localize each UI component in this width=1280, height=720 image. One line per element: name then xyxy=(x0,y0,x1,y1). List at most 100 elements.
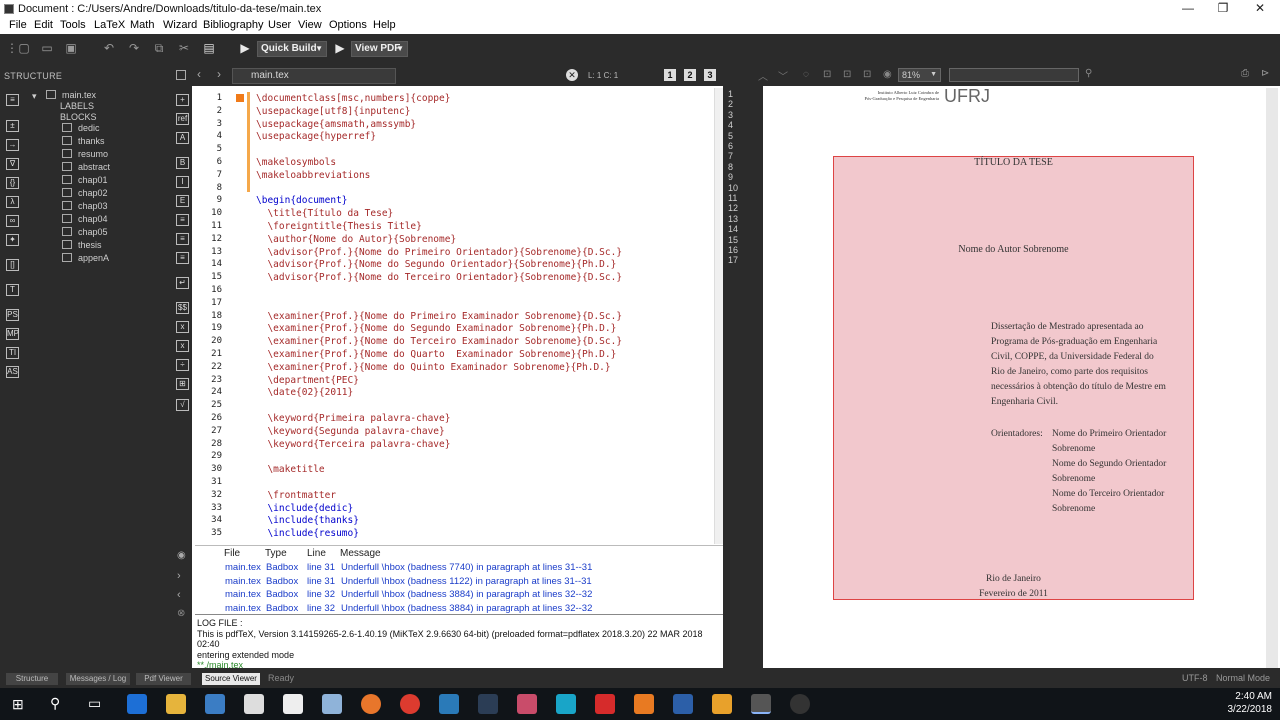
code-line[interactable]: \foreigntitle{Thesis Title} xyxy=(256,221,421,232)
tab-source-viewer[interactable]: Source Viewer xyxy=(202,673,260,685)
task-view-icon[interactable]: ▭ xyxy=(88,695,101,712)
menu-tools[interactable]: Tools xyxy=(60,19,86,31)
message-cell[interactable]: main.tex xyxy=(225,576,261,587)
status-encoding[interactable]: UTF-8 xyxy=(1182,673,1208,683)
menu-latex[interactable]: LaTeX xyxy=(94,19,125,31)
quick-build-run-icon[interactable]: ▶ xyxy=(238,42,252,55)
fit-icon[interactable]: ◌ xyxy=(803,69,809,80)
code-line[interactable]: \examiner{Prof.}{Nome do Terceiro Examin… xyxy=(256,336,622,347)
col-message[interactable]: Message xyxy=(340,548,381,559)
tree-item-dedic[interactable]: dedic xyxy=(62,123,100,133)
code-line[interactable]: \examiner{Prof.}{Nome do Segundo Examina… xyxy=(256,323,616,334)
tree-item-chap05[interactable]: chap05 xyxy=(62,227,108,237)
code-line[interactable]: \advisor{Prof.}{Nome do Terceiro Orienta… xyxy=(256,272,622,283)
fit-width-icon[interactable]: ⊡ xyxy=(823,69,831,80)
subscript-icon[interactable]: x xyxy=(176,321,189,333)
open-folder-icon[interactable]: ▭ xyxy=(40,42,54,55)
newline-icon[interactable]: ↵ xyxy=(176,277,189,289)
tree-item-abstract[interactable]: abstract xyxy=(62,162,110,172)
lambda-icon[interactable]: λ xyxy=(6,196,19,208)
col-line[interactable]: Line xyxy=(307,548,326,559)
zoom-select[interactable]: 81% ▼ xyxy=(898,68,941,82)
message-cell[interactable]: main.tex xyxy=(225,589,261,600)
app-icon[interactable] xyxy=(322,694,342,714)
code-line[interactable]: \include{dedic} xyxy=(256,503,353,514)
pdf-scrollbar[interactable] xyxy=(1266,88,1278,668)
code-line[interactable]: \documentclass[msc,numbers]{coppe} xyxy=(256,93,450,104)
braces-icon[interactable]: {} xyxy=(6,177,19,189)
code-line[interactable]: \makelosymbols xyxy=(256,157,336,168)
vs-code-icon[interactable] xyxy=(439,694,459,714)
fraction-icon[interactable]: ÷ xyxy=(176,359,189,371)
message-cell[interactable]: Badbox xyxy=(266,576,298,587)
metapost-icon[interactable]: MP xyxy=(6,328,19,340)
pdf-search-input[interactable] xyxy=(949,68,1079,82)
code-line[interactable]: \examiner{Prof.}{Nome do Primeiro Examin… xyxy=(256,311,622,322)
tikz-icon[interactable]: TI xyxy=(6,347,19,359)
code-line[interactable]: \usepackage{amsmath,amssymb} xyxy=(256,119,416,130)
menu-bibliography[interactable]: Bibliography xyxy=(203,19,264,31)
code-line[interactable]: \keyword{Primeira palavra-chave} xyxy=(256,413,450,424)
texstudio-icon[interactable] xyxy=(751,694,771,714)
code-line[interactable]: \makeloabbreviations xyxy=(256,170,370,181)
ref-icon[interactable]: ref xyxy=(176,113,189,125)
tool-icon[interactable] xyxy=(712,694,732,714)
message-cell[interactable]: line 32 xyxy=(307,603,335,614)
browser-icon[interactable] xyxy=(790,694,810,714)
code-line[interactable]: \usepackage[utf8]{inputenc} xyxy=(256,106,410,117)
code-line[interactable]: \author{Nome do Autor}{Sobrenome} xyxy=(256,234,456,245)
clear-icon[interactable]: ⊗ xyxy=(177,608,185,619)
search-icon[interactable]: ⚲ xyxy=(50,695,60,712)
maximize-button[interactable]: ❐ xyxy=(1205,0,1241,18)
tree-item-chap01[interactable]: chap01 xyxy=(62,175,108,185)
infinity-icon[interactable]: ∞ xyxy=(6,215,19,227)
italic-icon[interactable]: I xyxy=(176,176,189,188)
superscript-icon[interactable]: x xyxy=(176,340,189,352)
code-line[interactable]: \include{thanks} xyxy=(256,515,359,526)
tab-main-tex[interactable]: main.tex xyxy=(232,68,396,84)
message-cell[interactable]: Badbox xyxy=(266,589,298,600)
sync-icon[interactable]: ⊡ xyxy=(863,69,871,80)
message-cell[interactable]: main.tex xyxy=(225,603,261,614)
align-center-icon[interactable]: ≡ xyxy=(176,233,189,245)
mail-icon[interactable] xyxy=(283,694,303,714)
code-line[interactable]: \keyword{Terceira palavra-chave} xyxy=(256,439,450,450)
tree-item-chap04[interactable]: chap04 xyxy=(62,214,108,224)
print-icon[interactable]: ⎙ xyxy=(1241,68,1249,79)
next-icon[interactable]: › xyxy=(177,570,181,582)
close-button[interactable]: ✕ xyxy=(1242,0,1278,18)
insert-plus-icon[interactable]: + xyxy=(176,94,189,106)
tab-messages-log[interactable]: Messages / Log xyxy=(66,673,130,685)
tree-root[interactable]: main.tex xyxy=(46,90,96,100)
editor-scrollbar[interactable] xyxy=(714,88,723,544)
message-cell[interactable]: line 31 xyxy=(307,576,335,587)
tree-item-thesis[interactable]: thesis xyxy=(62,240,102,250)
menu-edit[interactable]: Edit xyxy=(34,19,53,31)
structure-icon[interactable]: ≡ xyxy=(6,94,19,106)
asymptote-icon[interactable]: AS xyxy=(6,366,19,378)
back-arrow-icon[interactable]: ‹ xyxy=(197,67,201,81)
code-line[interactable]: \usepackage{hyperref} xyxy=(256,131,376,142)
close-tab-icon[interactable]: ✕ xyxy=(566,69,578,81)
message-cell[interactable]: Underfull \hbox (badness 7740) in paragr… xyxy=(341,562,592,573)
message-cell[interactable]: line 31 xyxy=(307,562,335,573)
editor-app-icon[interactable] xyxy=(556,694,576,714)
code-line[interactable]: \advisor{Prof.}{Nome do Segundo Orientad… xyxy=(256,259,616,270)
tree-item-resumo[interactable]: resumo xyxy=(62,149,108,159)
prev-page-icon[interactable]: ︿ xyxy=(758,68,768,83)
fit-page-icon[interactable]: ⊡ xyxy=(843,69,851,80)
file-explorer-icon[interactable] xyxy=(166,694,186,714)
symbol-icon[interactable]: ± xyxy=(6,120,19,132)
view-3-button[interactable]: 3 xyxy=(704,69,716,81)
windows-start-icon[interactable]: ⊞ xyxy=(12,696,24,713)
view-1-button[interactable]: 1 xyxy=(664,69,676,81)
dev-cpp-icon[interactable] xyxy=(673,694,693,714)
tab-structure[interactable]: Structure xyxy=(6,673,58,685)
view-icon[interactable]: ◉ xyxy=(883,69,892,80)
math-dollar-icon[interactable]: $$ xyxy=(176,302,189,314)
paste-icon[interactable]: ▤ xyxy=(202,42,216,55)
menu-options[interactable]: Options xyxy=(329,19,367,31)
forward-arrow-icon[interactable]: › xyxy=(217,67,221,81)
eye-icon[interactable]: ◉ xyxy=(177,550,186,561)
copy-icon[interactable]: ⧉ xyxy=(152,42,166,55)
